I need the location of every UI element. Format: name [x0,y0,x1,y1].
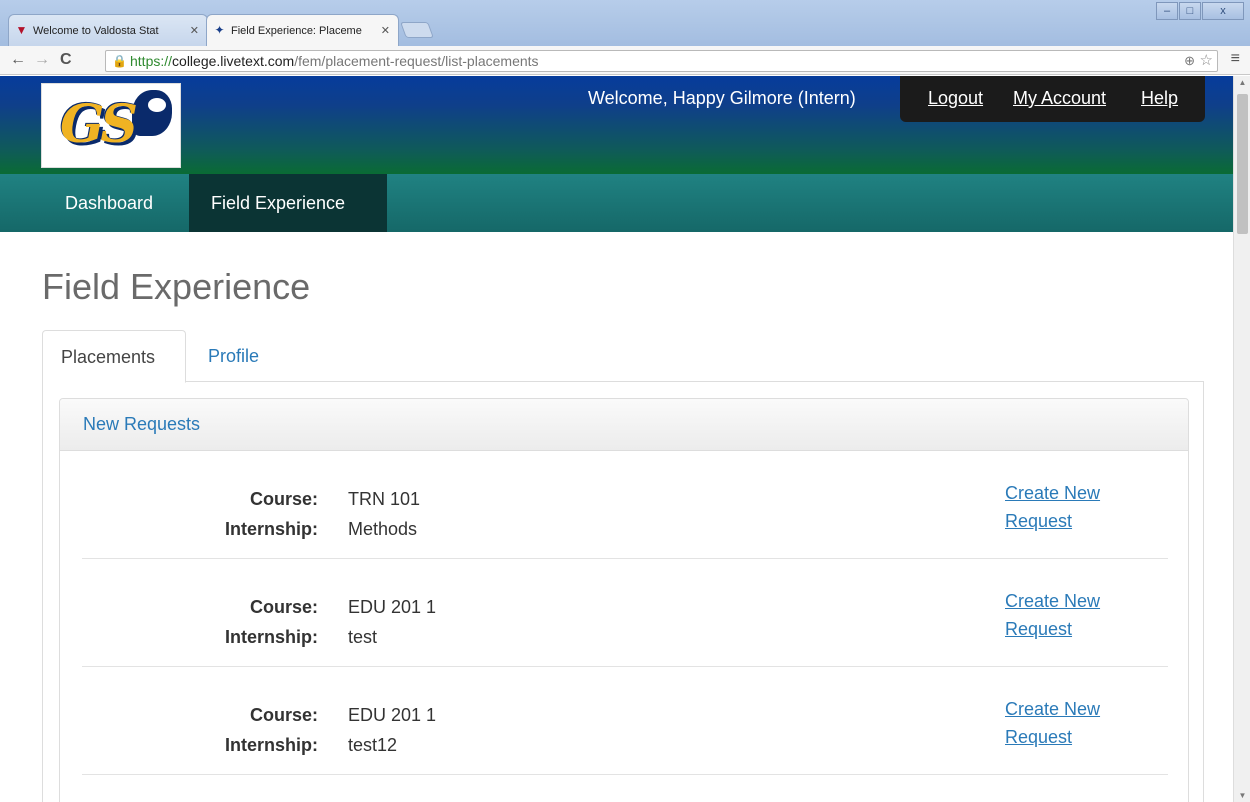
address-bar[interactable]: 🔒 https://college.livetext.com/fem/place… [105,50,1218,72]
page-tabs: Placements Profile [42,330,1204,383]
create-new-request-link[interactable]: Create New Request [1005,695,1125,751]
course-label: Course: [249,489,318,509]
page-viewport: GS Welcome, Happy Gilmore (Intern) Logou… [0,76,1233,802]
internship-label: Internship: [225,735,318,755]
minimize-button[interactable]: – [1156,2,1178,20]
create-new-request-link[interactable]: Create New Request [1005,479,1125,535]
close-tab-icon[interactable]: ✕ [381,15,390,46]
site-header: GS Welcome, Happy Gilmore (Intern) Logou… [0,76,1233,174]
eagle-logo-icon [132,90,172,136]
chrome-menu-icon[interactable]: ≡ [1231,50,1240,68]
new-requests-link[interactable]: New Requests [83,414,200,435]
logo-text: GS [60,94,138,155]
help-link[interactable]: Help [1141,88,1178,109]
cta-line-1: Create New [1005,591,1101,611]
page-scrollbar[interactable]: ▲ ▼ [1233,76,1250,802]
internship-label: Internship: [225,627,318,647]
tab-title: Field Experience: Placeme [231,25,362,37]
placements-tab-pane: New Requests Course: TRN 101 Internship:… [42,382,1204,802]
request-row: Course: EDU 201 1 Internship: test Creat… [82,559,1168,667]
scroll-thumb[interactable] [1237,94,1248,234]
browser-tab-valdosta[interactable]: ▼ Welcome to Valdosta Stat ✕ [8,14,208,46]
new-tab-button[interactable] [400,22,434,38]
request-row: Course: TRN 101 Internship: Methods Crea… [82,451,1168,559]
lock-icon: 🔒 [112,54,127,68]
cta-line-1: Create New [1005,483,1101,503]
internship-value: test [348,627,378,647]
course-value: EDU 201 1 [348,597,437,617]
page-title: Field Experience [42,266,311,307]
internship-value: test12 [348,735,398,755]
logout-link[interactable]: Logout [928,88,983,109]
zoom-icon[interactable]: ⊕ [1184,51,1195,71]
nav-field-experience[interactable]: Field Experience [189,174,387,232]
account-links-box: Logout My Account Help [900,76,1205,122]
cta-line-2: Request [1005,511,1073,531]
back-arrow-icon[interactable]: ← [10,50,26,70]
internship-label: Internship: [225,519,318,539]
url-path: /fem/placement-request/list-placements [294,53,539,69]
browser-titlebar: ▼ Welcome to Valdosta Stat ✕ ✦ Field Exp… [0,0,1250,46]
create-new-request-link[interactable]: Create New Request [1005,587,1125,643]
browser-toolbar: ← → C 🔒 https://college.livetext.com/fem… [0,46,1250,75]
tab-title: Welcome to Valdosta Stat [33,25,159,37]
tab-profile[interactable]: Profile [190,330,277,382]
course-value: TRN 101 [348,489,421,509]
course-label: Course: [249,597,318,617]
tab-placements[interactable]: Placements [42,330,186,383]
cta-line-1: Create New [1005,699,1101,719]
forward-arrow-icon[interactable]: → [34,50,50,70]
internship-value: Methods [348,519,418,539]
welcome-message: Welcome, Happy Gilmore (Intern) [588,88,856,108]
browser-window: ▼ Welcome to Valdosta Stat ✕ ✦ Field Exp… [0,0,1250,802]
scroll-up-arrow-icon[interactable]: ▲ [1234,78,1250,87]
valdosta-favicon-icon: ▼ [15,23,28,37]
cta-line-2: Request [1005,727,1073,747]
close-tab-icon[interactable]: ✕ [190,15,199,46]
browser-tab-field-experience[interactable]: ✦ Field Experience: Placeme ✕ [206,14,399,46]
maximize-button[interactable]: □ [1179,2,1201,20]
new-requests-panel: New Requests Course: TRN 101 Internship:… [59,398,1189,802]
close-window-button[interactable]: x [1202,2,1244,20]
georgia-southern-logo[interactable]: GS [41,83,181,168]
cta-line-2: Request [1005,619,1073,639]
request-row: Course: EDU 201 1 Internship: test12 Cre… [82,667,1168,775]
scroll-down-arrow-icon[interactable]: ▼ [1234,791,1250,800]
url-scheme: https:// [130,53,173,69]
my-account-link[interactable]: My Account [1013,88,1106,109]
window-controls: – □ x [1155,2,1244,22]
nav-dashboard[interactable]: Dashboard [43,174,175,232]
course-value: EDU 201 1 [348,705,437,725]
main-navigation: Dashboard Field Experience [0,174,1233,232]
bookmark-star-icon[interactable]: ☆ [1200,51,1213,71]
livetext-favicon-icon: ✦ [214,23,225,37]
reload-icon[interactable]: C [60,50,72,70]
panel-heading: New Requests [60,399,1188,451]
course-label: Course: [249,705,318,725]
url-host: college.livetext.com [172,53,295,69]
